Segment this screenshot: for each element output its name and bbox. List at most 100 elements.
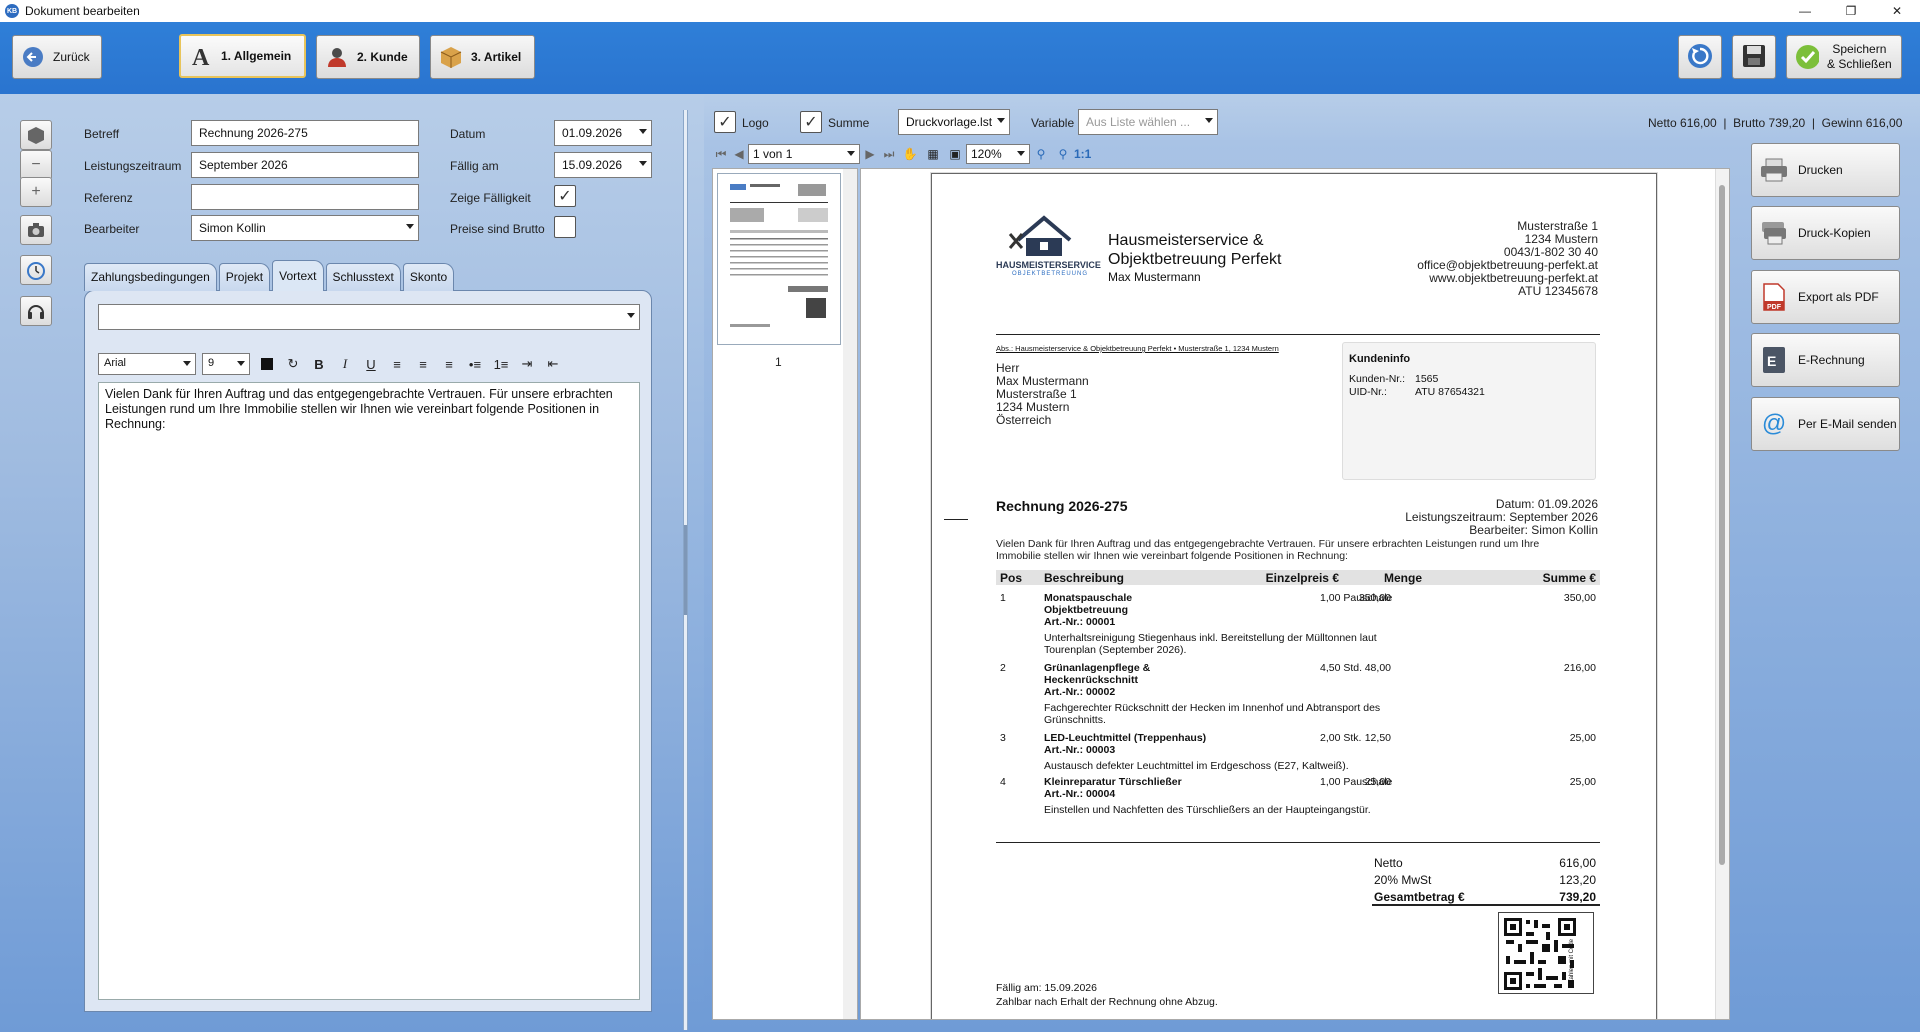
datum-value: 01.09.2026 <box>562 126 623 140</box>
undo-button[interactable]: ↻ <box>280 353 306 375</box>
support-button[interactable] <box>20 296 52 326</box>
variable-select[interactable]: Aus Liste wählen ... <box>1078 109 1218 135</box>
svg-text:A: A <box>192 45 210 68</box>
company-name-line2: Objektbetreuung Perfekt <box>1108 251 1282 268</box>
tab-zahlungsbedingungen[interactable]: Zahlungsbedingungen <box>84 263 217 291</box>
save-button[interactable] <box>1732 35 1776 79</box>
e-rechnung-button[interactable]: E E-Rechnung <box>1751 333 1900 387</box>
tab-projekt[interactable]: Projekt <box>218 263 271 291</box>
close-button[interactable]: ✕ <box>1874 0 1920 22</box>
betreff-input[interactable]: Rechnung 2026-275 <box>191 120 419 146</box>
last-page-icon[interactable]: ⏭ <box>880 147 898 162</box>
document-preview: HAUSMEISTERSERVICE OBJEKTBETREUUNG Hausm… <box>860 168 1730 1020</box>
refresh-button[interactable] <box>1678 35 1722 79</box>
zoom-out-icon[interactable]: ⚲ <box>1052 147 1074 161</box>
vortext-editor[interactable]: Vielen Dank für Ihren Auftrag und das en… <box>98 382 640 1000</box>
zeige-faelligkeit-checkbox[interactable]: ✓ <box>554 185 576 207</box>
size-value: 9 <box>208 357 215 369</box>
tab-skonto[interactable]: Skonto <box>402 263 455 291</box>
print-label: Drucken <box>1798 163 1843 177</box>
page-select[interactable]: 1 von 1 <box>748 144 860 164</box>
splitter-grip[interactable] <box>684 525 687 615</box>
font-select[interactable]: Arial <box>98 353 196 375</box>
chevron-down-icon <box>847 151 855 156</box>
logo-checkbox[interactable]: ✓ <box>714 111 736 133</box>
sender-line: Abs.: Hausmeisterservice & Objektbetreuu… <box>996 344 1279 353</box>
outdent-button[interactable]: ⇤ <box>540 353 566 375</box>
tab-allgemein[interactable]: A 1. Allgemein <box>179 34 306 78</box>
preview-scroll-thumb[interactable] <box>1719 185 1725 865</box>
chevron-down-icon <box>627 313 635 318</box>
template-select[interactable]: Druckvorlage.lst <box>898 109 1010 135</box>
bearbeiter-select[interactable]: Simon Kollin <box>191 215 419 241</box>
item-art-nr: Art.-Nr.: 00002 <box>1044 686 1116 698</box>
tab-allgemein-label: 1. Allgemein <box>221 49 292 63</box>
italic-button[interactable]: I <box>332 353 358 375</box>
tab-schlusstext[interactable]: Schlusstext <box>325 263 401 291</box>
bullet-list-button[interactable]: •≡ <box>462 353 488 375</box>
export-pdf-button[interactable]: PDF Export als PDF <box>1751 270 1900 324</box>
company-owner: Max Mustermann <box>1108 270 1201 284</box>
align-center-button[interactable]: ≡ <box>410 353 436 375</box>
remove-button[interactable]: − <box>20 150 52 180</box>
fold-mark <box>944 519 968 520</box>
zoom-in-icon[interactable]: ⚲ <box>1030 147 1052 161</box>
align-right-button[interactable]: ≡ <box>436 353 462 375</box>
item-pos: 1 <box>1000 592 1006 604</box>
panel-splitter[interactable] <box>683 110 688 1030</box>
undo-icon: ↻ <box>287 356 299 371</box>
side-box-button[interactable] <box>20 120 52 150</box>
numbered-list-button[interactable]: 1≡ <box>488 353 514 375</box>
text-color-button[interactable] <box>254 353 280 375</box>
camera-button[interactable] <box>20 215 52 245</box>
email-button[interactable]: @ Per E-Mail senden <box>1751 397 1900 451</box>
table-header: Pos Beschreibung Einzelpreis € Menge Sum… <box>996 570 1600 585</box>
save-close-button[interactable]: Speichern & Schließen <box>1786 35 1902 79</box>
zoom-select[interactable]: 120% <box>966 144 1030 164</box>
zeitraum-input[interactable]: September 2026 <box>191 152 419 178</box>
select-tool-icon[interactable]: ▦ <box>922 147 944 161</box>
size-select[interactable]: 9 <box>202 353 250 375</box>
print-button[interactable]: Drucken <box>1751 143 1900 197</box>
brutto-checkbox[interactable] <box>554 216 576 238</box>
minimize-button[interactable]: — <box>1782 0 1828 22</box>
next-page-icon[interactable]: ▶ <box>860 147 880 161</box>
prev-page-icon[interactable]: ◀ <box>730 147 748 161</box>
bold-button[interactable]: B <box>306 353 332 375</box>
thumbnail-scrollbar[interactable] <box>843 169 857 1019</box>
kunden-nr-value: 1565 <box>1415 373 1439 385</box>
print-copies-button[interactable]: Druck-Kopien <box>1751 206 1900 260</box>
underline-button[interactable]: U <box>358 353 384 375</box>
datum-picker[interactable]: 01.09.2026 <box>554 120 652 146</box>
maximize-button[interactable]: ❐ <box>1828 0 1874 22</box>
textblock-select[interactable] <box>98 304 640 330</box>
tab-artikel[interactable]: 3. Artikel <box>430 35 535 79</box>
zoom-area-icon[interactable]: ▣ <box>944 147 966 161</box>
camera-icon <box>28 223 44 237</box>
indent-button[interactable]: ⇥ <box>514 353 540 375</box>
back-button[interactable]: Zurück <box>12 35 102 79</box>
headset-icon <box>28 305 44 319</box>
referenz-input[interactable] <box>191 184 419 210</box>
first-page-icon[interactable]: ⏮ <box>712 147 730 162</box>
check-icon: ✓ <box>558 188 572 205</box>
item-price: 12,50 <box>1364 732 1391 744</box>
zoom-1to1-button[interactable]: 1:1 <box>1074 147 1091 161</box>
faellig-picker[interactable]: 15.09.2026 <box>554 152 652 178</box>
invoice-title: Rechnung 2026-275 <box>996 498 1128 514</box>
preview-scrollbar[interactable] <box>1715 169 1729 1019</box>
mwst-label: 20% MwSt <box>1374 873 1432 887</box>
betreff-label: Betreff <box>84 127 120 141</box>
chevron-down-icon <box>406 224 414 229</box>
indent-icon: ⇥ <box>521 356 533 371</box>
timer-button[interactable] <box>20 255 52 285</box>
align-left-button[interactable]: ≡ <box>384 353 410 375</box>
summe-checkbox[interactable]: ✓ <box>800 111 822 133</box>
tab-vortext[interactable]: Vortext <box>272 260 324 291</box>
align-center-icon: ≡ <box>419 356 427 372</box>
page-thumbnail[interactable] <box>717 173 841 345</box>
tab-kunde[interactable]: 2. Kunde <box>316 35 420 79</box>
add-button[interactable]: + <box>20 177 52 207</box>
hand-tool-icon[interactable]: ✋ <box>898 147 922 161</box>
invoice-meta: Datum: 01.09.2026 Leistungszeitraum: Sep… <box>1405 498 1598 537</box>
